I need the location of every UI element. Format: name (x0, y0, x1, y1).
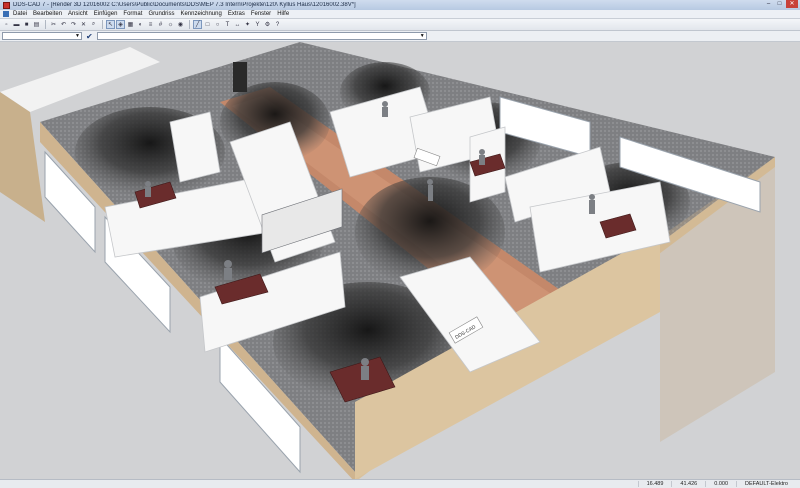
status-bar: 16.489 41.426 0.000 DEFAULT-Elektro (0, 479, 800, 488)
menu-ansicht[interactable]: Ansicht (68, 11, 88, 17)
layer-dropdown[interactable]: ▼ (2, 32, 82, 40)
toolbar-separator (102, 20, 103, 29)
delete-icon[interactable]: ✕ (79, 20, 88, 29)
rectangle-icon[interactable]: □ (203, 20, 212, 29)
light-icon[interactable]: ☼ (166, 20, 175, 29)
window-title: DDS-CAD 7 - [Render 3D 12016002 C:\Users… (13, 2, 356, 8)
maximize-button[interactable]: □ (775, 0, 784, 8)
open-folder-icon[interactable]: ▬ (12, 20, 21, 29)
camera-icon[interactable]: ◉ (176, 20, 185, 29)
settings-icon[interactable]: ⚙ (263, 20, 272, 29)
menu-format[interactable]: Format (123, 11, 142, 17)
app-icon (3, 1, 10, 9)
building-render: DDS-CAD (0, 42, 800, 479)
main-toolbar: ▫ ▬ ■ ▤ ✂ ↶ ↷ ✕ ⌕ ↖ ◈ ▦ ◐ ≡ # ☼ ◉ ╱ □ ○ … (0, 19, 800, 31)
circle-icon[interactable]: ○ (213, 20, 222, 29)
active-layer: DEFAULT-Elektro (736, 481, 796, 487)
coord-x: 16.489 (637, 481, 672, 487)
filter-icon[interactable]: Y (253, 20, 262, 29)
grid-icon[interactable]: # (156, 20, 165, 29)
select-arrow-icon[interactable]: ↖ (106, 20, 115, 29)
chevron-down-icon: ▼ (419, 33, 425, 39)
menu-kennzeichnung[interactable]: Kennzeichnung (180, 11, 221, 17)
menu-extras[interactable]: Extras (228, 11, 245, 17)
menu-einfuegen[interactable]: Einfügen (94, 11, 118, 17)
view-3d-icon[interactable]: ◈ (116, 20, 125, 29)
menu-grundriss[interactable]: Grundriss (148, 11, 174, 17)
zoom-icon[interactable]: ⌕ (89, 20, 98, 29)
text-icon[interactable]: T (223, 20, 232, 29)
render-viewport[interactable]: DDS-CAD (0, 42, 800, 479)
command-dropdown[interactable]: ▼ (96, 32, 427, 40)
dimension-icon[interactable]: ↔ (233, 20, 242, 29)
menu-bearbeiten[interactable]: Bearbeiten (33, 11, 62, 17)
render-icon[interactable]: ◐ (136, 20, 145, 29)
menu-datei[interactable]: Datei (13, 11, 27, 17)
document-menu-icon[interactable] (3, 11, 9, 17)
coord-z: 0.000 (705, 481, 736, 487)
coord-y: 41.426 (671, 481, 705, 487)
layers-icon[interactable]: ≡ (146, 20, 155, 29)
confirm-check-icon[interactable]: ✔ (86, 32, 93, 41)
toolbar-separator (189, 20, 190, 29)
close-button[interactable]: ✕ (786, 0, 798, 8)
title-bar: DDS-CAD 7 - [Render 3D 12016002 C:\Users… (0, 0, 800, 10)
redo-icon[interactable]: ↷ (69, 20, 78, 29)
menu-hilfe[interactable]: Hilfe (277, 11, 289, 17)
menu-bar: Datei Bearbeiten Ansicht Einfügen Format… (0, 10, 800, 19)
minimize-button[interactable]: – (764, 0, 773, 8)
option-bar: ▼ ✔ ▼ (0, 31, 800, 42)
door (233, 62, 247, 92)
save-icon[interactable]: ■ (22, 20, 31, 29)
new-file-icon[interactable]: ▫ (2, 20, 11, 29)
window-controls: – □ ✕ (764, 0, 798, 8)
menu-fenster[interactable]: Fenster (251, 11, 271, 17)
plan-view-icon[interactable]: ▦ (126, 20, 135, 29)
chevron-down-icon: ▼ (75, 33, 80, 39)
toolbar-separator (45, 20, 46, 29)
symbol-icon[interactable]: ✦ (243, 20, 252, 29)
cut-icon[interactable]: ✂ (49, 20, 58, 29)
print-icon[interactable]: ▤ (32, 20, 41, 29)
draw-line-icon[interactable]: ╱ (193, 20, 202, 29)
undo-icon[interactable]: ↶ (59, 20, 68, 29)
help-icon[interactable]: ? (273, 20, 282, 29)
